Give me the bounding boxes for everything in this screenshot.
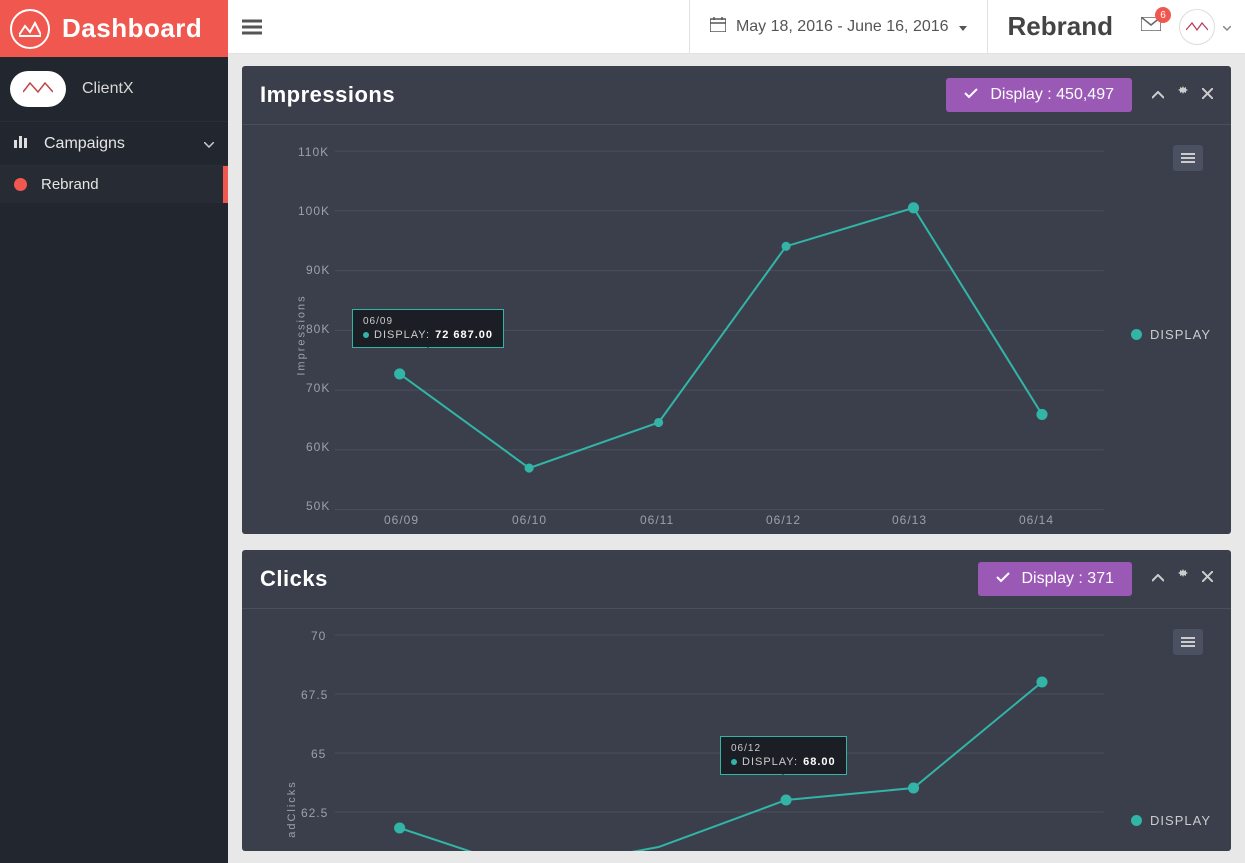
panel-title: Clicks	[260, 566, 328, 592]
settings-icon[interactable]	[1176, 86, 1190, 105]
menu-toggle-button[interactable]	[228, 19, 276, 35]
user-menu[interactable]	[1169, 9, 1245, 45]
close-icon[interactable]	[1202, 86, 1213, 105]
chevron-down-icon	[204, 135, 214, 153]
panel-title: Impressions	[260, 82, 395, 108]
y-tick: 60K	[306, 440, 330, 454]
y-tick: 110K	[298, 145, 329, 159]
client-row[interactable]: ClientX	[0, 57, 228, 121]
client-name: ClientX	[82, 80, 134, 98]
page-title: Rebrand	[988, 11, 1133, 42]
legend-dot-icon	[1131, 329, 1142, 340]
y-tick: 50K	[306, 499, 330, 513]
settings-icon[interactable]	[1176, 569, 1190, 588]
brand-icon	[10, 9, 50, 49]
badge-text: Display : 450,497	[990, 86, 1114, 104]
sidebar-item-rebrand[interactable]: Rebrand	[0, 166, 228, 203]
y-tick: 100K	[298, 204, 330, 218]
panel-controls	[1152, 569, 1213, 588]
legend-display[interactable]: DISPLAY	[1131, 813, 1211, 828]
y-tick: 67.5	[301, 688, 328, 702]
subitem-label: Rebrand	[41, 176, 99, 193]
mail-button[interactable]: 6	[1133, 17, 1169, 36]
main: May 18, 2016 - June 16, 2016 Rebrand 6	[228, 0, 1245, 863]
tooltip-date: 06/09	[363, 316, 493, 327]
avatar	[1179, 9, 1215, 45]
check-icon	[964, 86, 978, 104]
brand-title: Dashboard	[62, 13, 202, 44]
chevron-down-icon	[1223, 18, 1231, 36]
panel-body: Impressions 110K 100K 90K 80K 70K 60K 50…	[242, 125, 1231, 534]
topbar: May 18, 2016 - June 16, 2016 Rebrand 6	[228, 0, 1245, 54]
y-tick: 70K	[306, 381, 330, 395]
mail-badge: 6	[1155, 7, 1171, 23]
legend-dot-icon	[1131, 815, 1142, 826]
panel-head: Impressions Display : 450,497	[242, 66, 1231, 125]
y-tick: 62.5	[301, 806, 328, 820]
date-range-text: May 18, 2016 - June 16, 2016	[736, 18, 949, 36]
legend-label: DISPLAY	[1150, 813, 1211, 828]
sidebar: Dashboard ClientX Campaigns Rebrand	[0, 0, 228, 863]
x-tick: 06/11	[640, 513, 674, 527]
active-dot-icon	[14, 178, 27, 191]
calendar-icon	[710, 17, 726, 37]
panel-impressions: Impressions Display : 450,497	[242, 66, 1231, 534]
bar-chart-icon	[14, 134, 30, 153]
display-total-badge[interactable]: Display : 371	[978, 562, 1133, 596]
y-tick: 70	[311, 629, 326, 643]
legend-label: DISPLAY	[1150, 327, 1211, 342]
brand-header: Dashboard	[0, 0, 228, 57]
chart-impressions[interactable]: Impressions 110K 100K 90K 80K 70K 60K 50…	[256, 139, 1217, 534]
badge-text: Display : 371	[1022, 570, 1115, 588]
chart-tooltip: 06/12 DISPLAY: 68.00	[720, 736, 847, 775]
y-tick: 90K	[306, 263, 330, 277]
x-tick: 06/10	[512, 513, 547, 527]
chart-menu-button[interactable]	[1173, 629, 1203, 655]
date-range-picker[interactable]: May 18, 2016 - June 16, 2016	[689, 0, 988, 53]
collapse-icon[interactable]	[1152, 569, 1164, 588]
tooltip-value: 68.00	[803, 756, 836, 768]
chart-menu-button[interactable]	[1173, 145, 1203, 171]
close-icon[interactable]	[1202, 569, 1213, 588]
client-logo	[10, 71, 66, 107]
check-icon	[996, 570, 1010, 588]
y-tick: 80K	[306, 322, 330, 336]
collapse-icon[interactable]	[1152, 86, 1164, 105]
tooltip-series: DISPLAY:	[742, 756, 798, 768]
y-tick: 65	[311, 747, 326, 761]
tooltip-value: 72 687.00	[435, 329, 493, 341]
panel-head: Clicks Display : 371	[242, 550, 1231, 609]
panel-body: adClicks 70 67.5 65 62.5 DISPLAY 06/12	[242, 609, 1231, 851]
nav-campaigns[interactable]: Campaigns	[0, 121, 228, 166]
caret-down-icon	[959, 18, 967, 36]
nav-label: Campaigns	[44, 135, 125, 153]
chart-clicks[interactable]: adClicks 70 67.5 65 62.5 DISPLAY 06/12	[256, 623, 1217, 851]
chart-tooltip: 06/09 DISPLAY: 72 687.00	[352, 309, 504, 348]
x-tick: 06/09	[384, 513, 419, 527]
panel-clicks: Clicks Display : 371 adC	[242, 550, 1231, 851]
legend-display[interactable]: DISPLAY	[1131, 327, 1211, 342]
x-tick: 06/13	[892, 513, 927, 527]
panel-controls	[1152, 86, 1213, 105]
x-tick: 06/12	[766, 513, 801, 527]
tooltip-date: 06/12	[731, 743, 836, 754]
x-tick: 06/14	[1019, 513, 1054, 527]
tooltip-dot-icon	[731, 759, 737, 765]
display-total-badge[interactable]: Display : 450,497	[946, 78, 1132, 112]
y-axis-title: adClicks	[286, 780, 298, 838]
tooltip-series: DISPLAY:	[374, 329, 430, 341]
content: Impressions Display : 450,497	[228, 54, 1245, 863]
tooltip-dot-icon	[363, 332, 369, 338]
